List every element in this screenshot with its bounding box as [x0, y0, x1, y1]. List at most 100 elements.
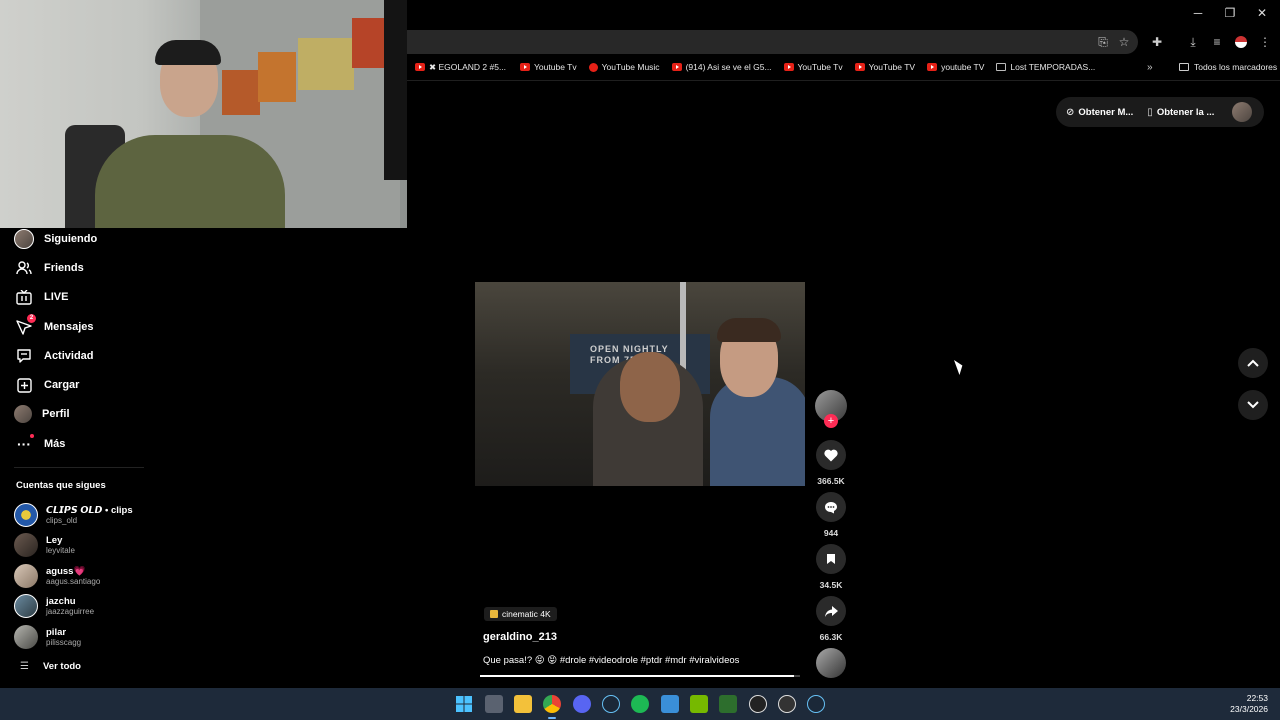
like-button[interactable]	[816, 440, 846, 470]
media-control-icon[interactable]: ≡	[1209, 34, 1225, 50]
bookmark-item[interactable]: YouTube TV	[854, 62, 915, 72]
get-app-button[interactable]: ▯ Obtener la ...	[1147, 107, 1214, 118]
nav-activity[interactable]: Actividad	[14, 346, 94, 366]
bookmark-item[interactable]: (914) Asi se ve el G5...	[671, 62, 772, 72]
download-icon[interactable]: ⤓	[1185, 34, 1201, 50]
youtube-icon	[520, 63, 531, 71]
profile-icon[interactable]	[1233, 34, 1249, 50]
comment-icon	[825, 501, 837, 513]
mouse-cursor	[954, 357, 966, 376]
windows-start-icon[interactable]	[455, 695, 473, 713]
cpuz-icon[interactable]	[719, 695, 737, 713]
close-button[interactable]: ✕	[1256, 6, 1268, 20]
task-view-icon[interactable]	[485, 695, 503, 713]
bookmark-item[interactable]: youtube TV	[927, 62, 984, 72]
chevron-down-icon	[1247, 401, 1259, 409]
star-icon[interactable]: ☆	[1116, 34, 1132, 50]
menu-icon[interactable]: ⋮	[1257, 34, 1273, 50]
youtube-icon	[783, 63, 794, 71]
following-accounts-title: Cuentas que sigues	[16, 480, 106, 491]
video-player[interactable]: OPEN NIGHTLY FROM 7PM	[475, 282, 805, 486]
nav-profile[interactable]: Perfil	[14, 405, 70, 423]
user-avatar[interactable]	[1232, 102, 1253, 122]
activity-icon	[14, 346, 34, 366]
comment-button[interactable]	[816, 492, 846, 522]
share-count: 66.3K	[819, 632, 843, 642]
nav-friends[interactable]: Friends	[14, 258, 84, 278]
youtube-icon	[854, 63, 865, 71]
discord-icon[interactable]	[573, 695, 591, 713]
browser-toolbar: ⎘ ☆ ✚ ⤓ ≡ ⋮	[407, 30, 1280, 54]
nav-more[interactable]: ··· Más	[14, 434, 65, 454]
address-bar[interactable]: ⎘ ☆	[407, 30, 1138, 54]
save-button[interactable]	[816, 544, 846, 574]
video-progress-bar[interactable]	[480, 675, 800, 677]
live-icon	[14, 287, 34, 307]
nav-upload[interactable]: Cargar	[14, 375, 79, 395]
next-video-button[interactable]	[1238, 390, 1268, 420]
youtube-icon	[415, 63, 425, 71]
effect-tag[interactable]: cinematic 4K	[484, 607, 557, 621]
obs-icon[interactable]	[749, 695, 767, 713]
clock-date: 23/3/2026	[1230, 704, 1268, 714]
nav-following[interactable]: Siguiendo	[14, 229, 97, 249]
music-disc[interactable]	[816, 648, 846, 678]
messages-badge: 2	[27, 314, 36, 323]
top-actions-pill: ⊘ Obtener M... ▯ Obtener la ...	[1056, 97, 1264, 127]
all-bookmarks-button[interactable]: Todos los marcadores	[1179, 62, 1277, 72]
notepad-icon[interactable]	[661, 695, 679, 713]
account-avatar	[14, 533, 38, 557]
friends-icon	[14, 258, 34, 278]
comment-count: 944	[823, 528, 839, 538]
like-count: 366.5K	[817, 476, 845, 486]
ghost-icon[interactable]	[778, 695, 796, 713]
upload-icon	[14, 375, 34, 395]
account-avatar	[14, 564, 38, 588]
see-all-button[interactable]: ☰ Ver todo	[20, 661, 81, 672]
webcam-overlay	[0, 0, 407, 228]
nav-live[interactable]: LIVE	[14, 287, 68, 307]
following-account[interactable]: jazchu jaazzaguirree	[14, 594, 94, 618]
share-button[interactable]	[816, 596, 846, 626]
bookmark-item[interactable]: Youtube Tv	[520, 62, 577, 72]
heart-icon	[824, 449, 838, 461]
steam-alt-icon[interactable]	[807, 695, 825, 713]
bookmark-icon	[827, 554, 835, 564]
active-app-indicator	[548, 717, 556, 719]
install-app-icon[interactable]: ⎘	[1095, 34, 1111, 50]
effect-icon	[490, 610, 498, 618]
following-account[interactable]: pilar pilisscagg	[14, 625, 81, 649]
follow-button[interactable]: +	[824, 414, 838, 428]
chrome-icon[interactable]	[543, 695, 561, 713]
youtube-icon	[671, 63, 682, 71]
system-clock[interactable]: 22:53 23/3/2026	[1230, 693, 1268, 715]
file-explorer-icon[interactable]	[514, 695, 532, 713]
maximize-button[interactable]: ❐	[1224, 6, 1236, 20]
bookmarks-overflow-button[interactable]: »	[1147, 62, 1153, 73]
bookmark-item[interactable]: YouTube Music	[588, 62, 660, 72]
coin-icon: ⊘	[1066, 106, 1075, 118]
extensions-icon[interactable]: ✚	[1149, 34, 1165, 50]
bookmarks-bar: ✖ EGOLAND 2 #5... Youtube Tv YouTube Mus…	[407, 57, 1280, 77]
nav-messages[interactable]: 2 Mensajes	[14, 314, 94, 337]
minimize-button[interactable]: ─	[1192, 6, 1204, 20]
page-icon	[996, 63, 1007, 71]
previous-video-button[interactable]	[1238, 348, 1268, 378]
following-account[interactable]: Ley leyvitale	[14, 533, 75, 557]
list-icon: ☰	[20, 661, 29, 672]
nvidia-icon[interactable]	[690, 695, 708, 713]
following-account[interactable]: aguss💗 aagus.santiago	[14, 564, 100, 588]
more-icon: ···	[14, 434, 34, 454]
save-count: 34.5K	[819, 580, 843, 590]
phone-icon: ▯	[1147, 106, 1153, 118]
following-account[interactable]: 𝘾𝙇𝙄𝙋𝙎 𝙊𝙇𝘿 • clips clips_old	[14, 503, 133, 527]
bookmark-item[interactable]: YouTube Tv	[783, 62, 843, 72]
get-coins-button[interactable]: ⊘ Obtener M...	[1066, 107, 1133, 118]
steam-icon[interactable]	[602, 695, 620, 713]
taskbar: 22:53 23/3/2026	[0, 688, 1280, 720]
toolbar-divider	[407, 80, 1280, 81]
video-author[interactable]: geraldino_213	[483, 631, 557, 643]
bookmark-item[interactable]: Lost TEMPORADAS...	[996, 62, 1095, 72]
bookmark-item[interactable]: ✖ EGOLAND 2 #5...	[415, 62, 506, 73]
spotify-icon[interactable]	[631, 695, 649, 713]
